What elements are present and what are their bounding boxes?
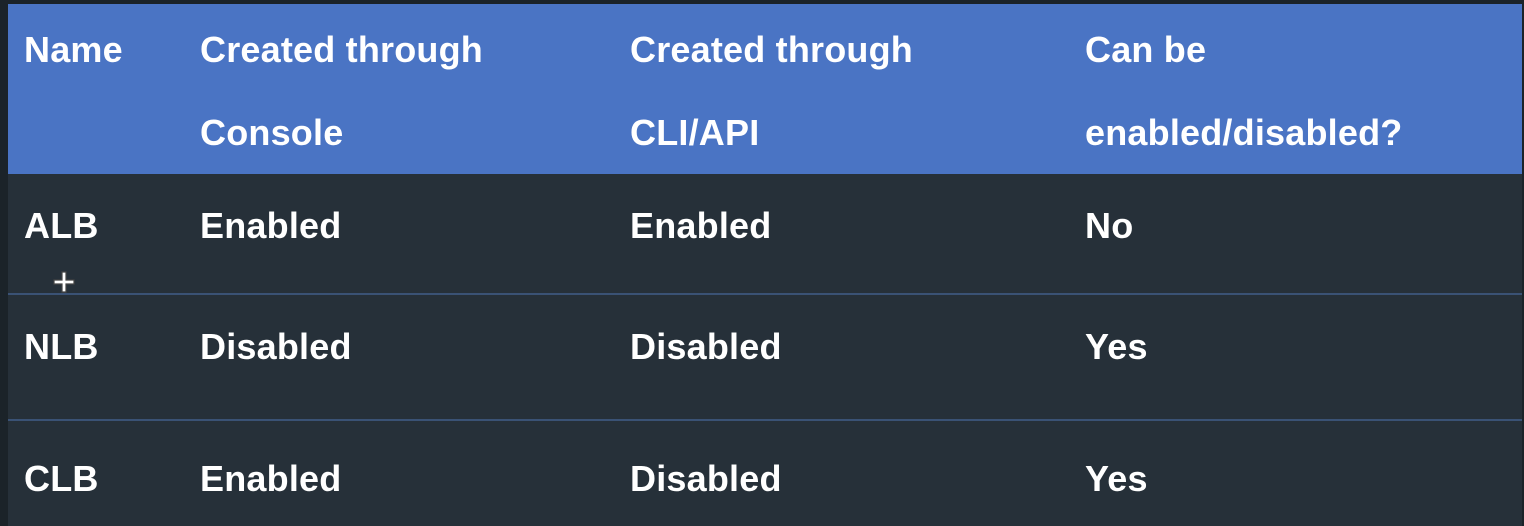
crosshair-cursor-icon — [53, 271, 75, 293]
table-row-alb: ALB Enabled Enabled No — [8, 174, 1522, 294]
header-toggleable-line1: Can be — [1085, 29, 1207, 70]
header-console-line2: Console — [200, 112, 344, 153]
header-toggleable-line2: enabled/disabled? — [1085, 112, 1403, 153]
header-cli-api-line2: CLI/API — [630, 112, 760, 153]
cell-cli-api: Disabled — [630, 458, 782, 499]
cell-name: NLB — [24, 326, 99, 367]
cell-console: Disabled — [200, 326, 352, 367]
slide: Name Created through Console Created thr… — [0, 0, 1524, 526]
cell-name: ALB — [24, 205, 99, 246]
header-cli-api-line1: Created through — [630, 29, 914, 70]
cell-cli-api: Enabled — [630, 205, 772, 246]
header-toggleable: Can be enabled/disabled? — [1085, 4, 1522, 174]
cell-name: CLB — [24, 458, 99, 499]
cell-toggleable: No — [1085, 205, 1134, 246]
table-row-clb: CLB Enabled Disabled Yes — [8, 420, 1522, 526]
cell-console: Enabled — [200, 205, 342, 246]
comparison-table: Name Created through Console Created thr… — [8, 4, 1522, 526]
cell-toggleable: Yes — [1085, 458, 1148, 499]
comparison-table-container: Name Created through Console Created thr… — [8, 4, 1522, 526]
header-name-line1: Name — [24, 29, 123, 70]
table-row-nlb: NLB Disabled Disabled Yes — [8, 294, 1522, 420]
header-cli-api: Created through CLI/API — [630, 4, 1085, 174]
table-header-row: Name Created through Console Created thr… — [8, 4, 1522, 174]
header-name: Name — [8, 4, 200, 174]
cell-toggleable: Yes — [1085, 326, 1148, 367]
cell-cli-api: Disabled — [630, 326, 782, 367]
cell-console: Enabled — [200, 458, 342, 499]
header-console: Created through Console — [200, 4, 630, 174]
header-console-line1: Created through — [200, 29, 484, 70]
